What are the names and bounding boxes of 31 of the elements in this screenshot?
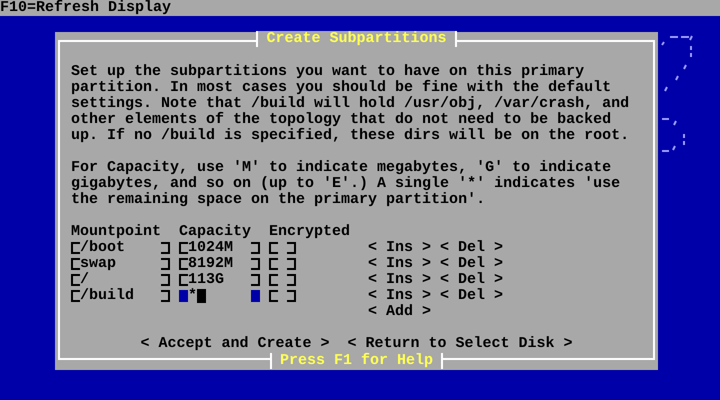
insert-button[interactable]: < Ins > bbox=[368, 256, 432, 272]
capacity-field[interactable]: 8192M bbox=[179, 256, 260, 272]
delete-button[interactable]: < Del > bbox=[440, 256, 504, 272]
insert-button[interactable]: < Ins > bbox=[368, 272, 432, 288]
return-button[interactable]: < Return to Select Disk > bbox=[347, 336, 573, 352]
mountpoint-field[interactable]: swap bbox=[71, 256, 170, 272]
capacity-field[interactable]: 1024M bbox=[179, 240, 260, 256]
capacity-field[interactable]: * bbox=[179, 288, 260, 304]
accept-button[interactable]: < Accept and Create > bbox=[140, 336, 330, 352]
delete-button[interactable]: < Del > bbox=[440, 272, 504, 288]
add-button[interactable]: < Add > bbox=[368, 304, 432, 320]
dialog-title: Create Subpartitions bbox=[256, 31, 457, 47]
column-header: Mountpoint bbox=[71, 224, 162, 240]
status-text: F10=Refresh Display bbox=[0, 0, 172, 16]
encrypted-checkbox[interactable] bbox=[269, 240, 296, 256]
mountpoint-field[interactable]: / bbox=[71, 272, 170, 288]
help-hint: Press F1 for Help bbox=[270, 353, 444, 369]
delete-button[interactable]: < Del > bbox=[440, 288, 504, 304]
mountpoint-field[interactable]: /boot bbox=[71, 240, 170, 256]
insert-button[interactable]: < Ins > bbox=[368, 240, 432, 256]
capacity-field[interactable]: 113G bbox=[179, 272, 260, 288]
column-header: Encrypted bbox=[269, 224, 350, 240]
instruction-text: Set up the subpartitions you want to have on this primary partition. In most cases you should be fine with the default settings. Note that /build will hold /usr/obj, /var/crash, and other elements of the topology that do not need to be backed up. If no /build is specified, these dirs will be on the root. bbox=[71, 64, 630, 144]
encrypted-checkbox[interactable] bbox=[269, 256, 296, 272]
mountpoint-field[interactable]: /build bbox=[71, 288, 170, 304]
insert-button[interactable]: < Ins > bbox=[368, 288, 432, 304]
encrypted-checkbox[interactable] bbox=[269, 272, 296, 288]
encrypted-checkbox[interactable] bbox=[269, 288, 296, 304]
column-header: Capacity bbox=[179, 224, 252, 240]
delete-button[interactable]: < Del > bbox=[440, 240, 504, 256]
instruction-text: For Capacity, use 'M' to indicate megabytes, 'G' to indicate gigabytes, and so on (up to 'E'.) A single '*' indicates 'use the remaining space on the primary partition'. bbox=[71, 160, 622, 208]
